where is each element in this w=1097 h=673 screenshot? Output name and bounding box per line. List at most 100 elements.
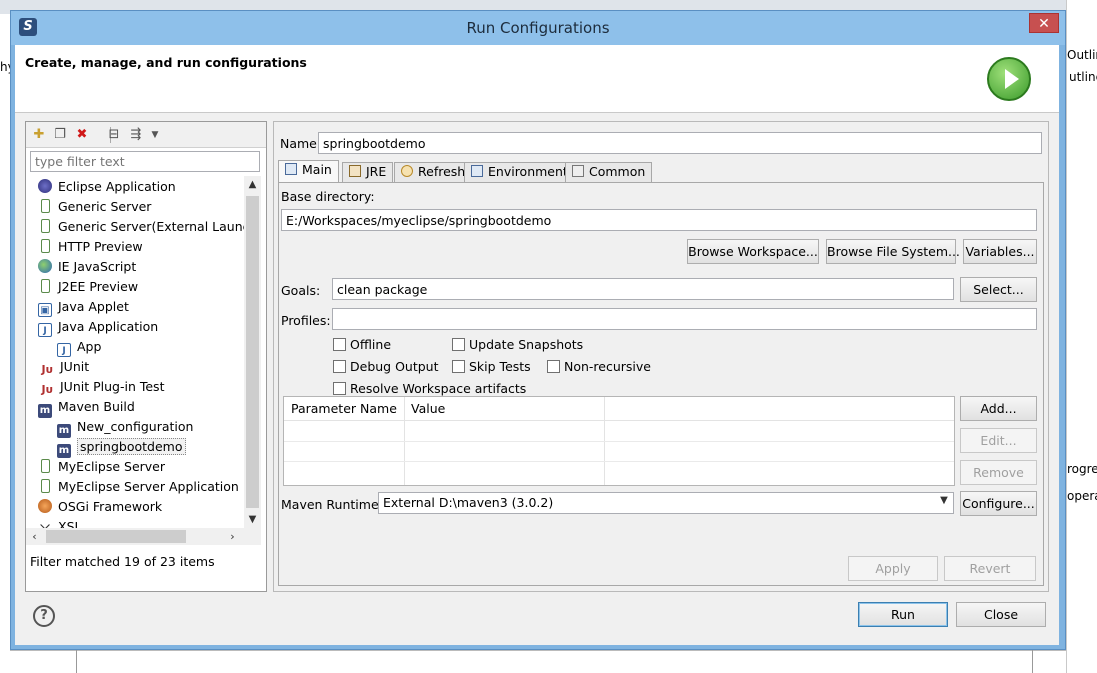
checkbox-label: Resolve Workspace artifacts: [350, 381, 527, 396]
tree-item-label: Generic Server: [58, 199, 152, 214]
browse-file-system-button[interactable]: Browse File System...: [826, 239, 960, 264]
remove-parameter-button[interactable]: Remove: [960, 460, 1037, 485]
tree-item-label: JUnit Plug-in Test: [60, 379, 165, 394]
scroll-down-icon[interactable]: ▼: [244, 511, 261, 528]
select-goals-button[interactable]: Select...: [960, 277, 1037, 302]
help-icon[interactable]: ?: [33, 605, 55, 627]
tree-item[interactable]: ▣ Java Applet: [38, 297, 129, 317]
offline-checkbox[interactable]: Offline: [333, 337, 391, 353]
debug-output-checkbox[interactable]: Debug Output: [333, 359, 439, 375]
variables-button[interactable]: Variables...: [963, 239, 1037, 264]
tab-environment[interactable]: Environment: [464, 162, 575, 182]
checkbox-box[interactable]: [333, 382, 346, 395]
tree-item[interactable]: m Maven Build: [38, 397, 135, 418]
tab-refresh[interactable]: Refresh: [394, 162, 473, 182]
maven-icon: m: [57, 424, 71, 438]
close-button[interactable]: Close: [956, 602, 1046, 627]
tree-item[interactable]: OSGi Framework: [38, 497, 162, 517]
maven-icon: m: [38, 404, 52, 418]
tree-item[interactable]: IE JavaScript: [38, 257, 136, 277]
maven-runtime-label: Maven Runtime:: [281, 497, 383, 512]
tree-item[interactable]: MyEclipse Server Application: [38, 477, 239, 497]
tree-item[interactable]: MyEclipse Server: [38, 457, 165, 477]
chevron-down-icon[interactable]: ▼: [937, 495, 951, 506]
resolve-workspace-checkbox[interactable]: Resolve Workspace artifacts: [333, 381, 526, 397]
filter-input[interactable]: [30, 151, 260, 172]
new-config-icon[interactable]: ✚: [31, 127, 47, 143]
scroll-left-icon[interactable]: ‹: [26, 528, 43, 545]
apply-button[interactable]: Apply: [848, 556, 938, 581]
tab-common[interactable]: Common: [565, 162, 653, 182]
browse-workspace-button[interactable]: Browse Workspace...: [687, 239, 819, 264]
checkbox-box[interactable]: [333, 338, 346, 351]
common-icon: [572, 165, 584, 177]
run-button[interactable]: Run: [858, 602, 948, 627]
scroll-up-icon[interactable]: ▲: [244, 176, 261, 193]
tab-label: Common: [589, 164, 646, 179]
tab-jre[interactable]: JRE: [342, 162, 394, 182]
update-snapshots-checkbox[interactable]: Update Snapshots: [452, 337, 583, 353]
checkbox-box[interactable]: [547, 360, 560, 373]
tree-item[interactable]: m New_configuration: [57, 417, 194, 438]
tree-item[interactable]: Eclipse Application: [38, 177, 176, 197]
tree-item[interactable]: J App: [57, 337, 101, 357]
duplicate-icon[interactable]: ❐: [52, 127, 68, 143]
close-window-button[interactable]: ✕: [1029, 13, 1059, 33]
globe-icon: [38, 259, 52, 273]
title-bar[interactable]: S Run Configurations ✕: [11, 11, 1065, 45]
tree-item[interactable]: m springbootdemo: [57, 437, 186, 458]
column-header-value[interactable]: Value: [411, 401, 445, 416]
checkbox-box[interactable]: [452, 338, 465, 351]
server-icon: [41, 459, 50, 473]
scroll-thumb[interactable]: [246, 196, 259, 508]
server-icon: [41, 199, 50, 213]
column-header-parameter-name[interactable]: Parameter Name: [291, 401, 397, 416]
configure-runtime-button[interactable]: Configure...: [960, 491, 1037, 516]
revert-button[interactable]: Revert: [944, 556, 1036, 581]
tree-item[interactable]: Jᴜ JUnit Plug-in Test: [38, 377, 164, 397]
tab-main[interactable]: Main: [278, 160, 339, 182]
config-toolbar: ✚ ❐ ✖ ⊟ ⇶ ▼: [26, 122, 266, 148]
tree-item[interactable]: HTTP Preview: [38, 237, 143, 257]
add-parameter-button[interactable]: Add...: [960, 396, 1037, 421]
tree-item[interactable]: J2EE Preview: [38, 277, 138, 297]
profiles-field[interactable]: [332, 308, 1037, 330]
tree-item[interactable]: J Java Application: [38, 317, 158, 337]
maven-runtime-select[interactable]: External D:\maven3 (3.0.2) ▼: [378, 492, 954, 514]
goals-field[interactable]: [332, 278, 954, 300]
chevron-down-icon[interactable]: ▼: [147, 127, 163, 143]
name-field[interactable]: [318, 132, 1042, 154]
maven-icon: m: [57, 444, 71, 458]
tree-item[interactable]: Jᴜ JUnit: [38, 357, 89, 377]
config-tabs: Main JRE Refresh Environment Common: [278, 160, 1044, 182]
server-icon: [41, 279, 50, 293]
eclipse-icon: [38, 179, 52, 193]
server-icon: [41, 219, 50, 233]
non-recursive-checkbox[interactable]: Non-recursive: [547, 359, 651, 375]
scroll-thumb[interactable]: [46, 530, 186, 543]
base-directory-field[interactable]: [281, 209, 1037, 231]
edit-parameter-button[interactable]: Edit...: [960, 428, 1037, 453]
scroll-right-icon[interactable]: ›: [224, 528, 241, 545]
tree-item-label: XSL: [58, 519, 82, 528]
filter-icon[interactable]: ⇶: [128, 127, 144, 143]
tree-item-label: New_configuration: [77, 419, 194, 434]
tree-horizontal-scrollbar[interactable]: ‹ ›: [26, 528, 261, 545]
tree-item[interactable]: Generic Server: [38, 197, 151, 217]
junit-icon: Jᴜ: [41, 383, 53, 396]
checkbox-box[interactable]: [452, 360, 465, 373]
delete-icon[interactable]: ✖: [74, 127, 90, 143]
outline-tab-label[interactable]: Outline: [1067, 48, 1097, 62]
run-configurations-dialog: S Run Configurations ✕ Create, manage, a…: [10, 10, 1066, 650]
checkbox-box[interactable]: [333, 360, 346, 373]
tree-item[interactable]: Generic Server(External Launch): [38, 217, 244, 237]
parameter-table[interactable]: Parameter Name Value: [283, 396, 955, 486]
refresh-icon: [401, 165, 413, 177]
skip-tests-checkbox[interactable]: Skip Tests: [452, 359, 531, 375]
collapse-all-icon[interactable]: ⊟: [106, 127, 122, 143]
tree-vertical-scrollbar[interactable]: ▲ ▼: [244, 176, 261, 528]
progress-label: rogre: [1067, 462, 1097, 476]
row-divider: [284, 461, 954, 462]
ide-right-edge: Outline utline rogre opera: [1066, 0, 1097, 673]
tree-item[interactable]: ⤫XSL: [38, 517, 81, 528]
